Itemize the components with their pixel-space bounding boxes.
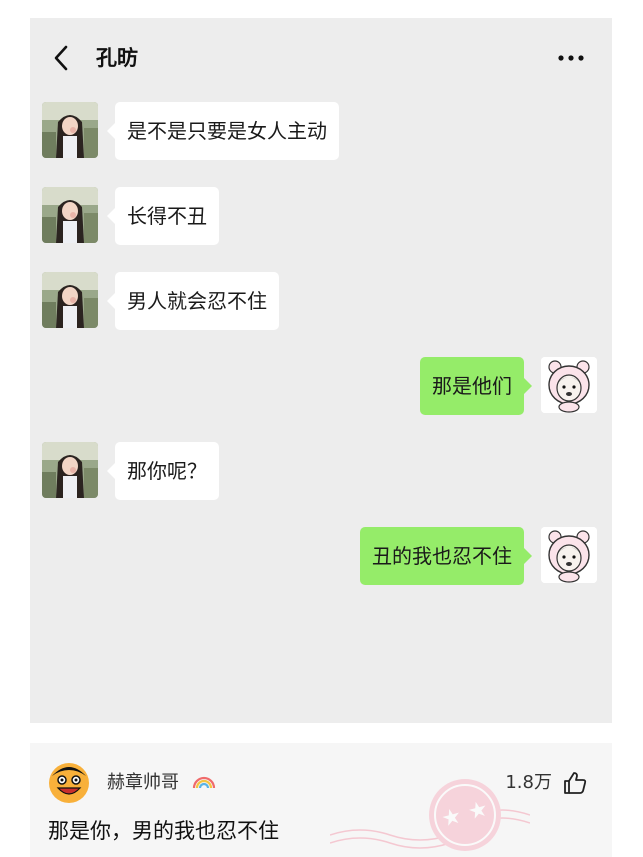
rainbow-icon: [192, 776, 216, 789]
ellipsis-icon[interactable]: [556, 48, 586, 68]
comment-text: 那是你，男的我也忍不住: [48, 819, 279, 843]
contact-avatar[interactable]: [42, 272, 98, 328]
comment-card: ★ ★ 赫章帅哥 1.8万 那是你，男的我也忍不住: [30, 743, 612, 857]
chevron-left-icon[interactable]: [50, 44, 74, 72]
commenter-avatar[interactable]: [48, 762, 90, 804]
hot-comment-stamp: ★ ★: [330, 779, 530, 851]
chat-title: 孔昉: [96, 46, 138, 70]
chat-header: 孔昉: [30, 18, 612, 98]
self-avatar[interactable]: [541, 527, 597, 583]
like-count: 1.8万: [505, 772, 552, 793]
message-bubble-outgoing[interactable]: 丑的我也忍不住: [360, 527, 532, 585]
self-avatar[interactable]: [541, 357, 597, 413]
contact-avatar[interactable]: [42, 442, 98, 498]
message-bubble-outgoing[interactable]: 那是他们: [420, 357, 532, 415]
contact-avatar[interactable]: [42, 102, 98, 158]
chat-window: 孔昉 是不是只要是女人主动 长得不丑 男人就会忍不住 那是他们 那你呢？ 丑的我…: [30, 18, 612, 723]
contact-avatar[interactable]: [42, 187, 98, 243]
message-bubble-incoming[interactable]: 是不是只要是女人主动: [107, 102, 339, 160]
commenter-username[interactable]: 赫章帅哥: [107, 770, 179, 796]
message-bubble-incoming[interactable]: 男人就会忍不住: [107, 272, 279, 330]
message-bubble-incoming[interactable]: 长得不丑: [107, 187, 219, 245]
thumbs-up-icon[interactable]: [562, 770, 588, 796]
message-bubble-incoming[interactable]: 那你呢？: [107, 442, 219, 500]
